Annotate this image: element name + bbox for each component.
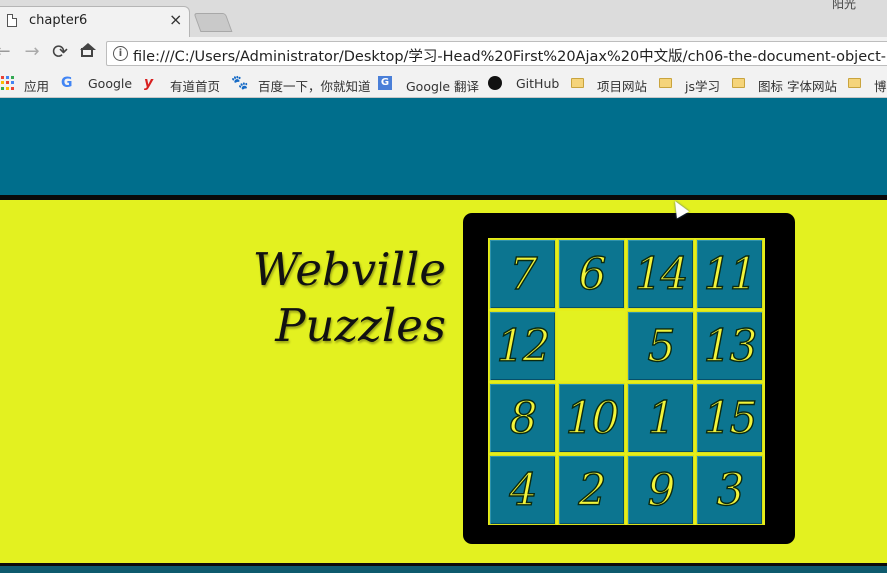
bookmark-google-translate[interactable]: Google 翻译 [406, 76, 479, 95]
bookmark-icon-fonts[interactable]: 图标 字体网站 [758, 76, 837, 95]
puzzle-tile[interactable]: 12 [489, 311, 556, 381]
bookmark-google[interactable]: Google [88, 76, 132, 91]
page-footer-band [0, 563, 887, 573]
bookmark-youdao[interactable]: 有道首页 [170, 76, 220, 95]
bookmark-js[interactable]: js学习 [685, 76, 720, 95]
puzzle-tile[interactable]: 2 [558, 455, 625, 525]
url-text[interactable]: file:///C:/Users/Administrator/Desktop/学… [133, 45, 887, 66]
tile-number: 2 [578, 464, 607, 516]
bookmark-github[interactable]: GitHub [516, 76, 559, 91]
google-icon: G [61, 75, 73, 91]
bookmark-apps[interactable]: 应用 [24, 76, 49, 95]
document-icon [7, 14, 17, 27]
puzzle-board: 7 6 14 11 12 5 13 8 10 1 15 4 2 9 3 [463, 213, 795, 544]
apps-grid-icon [1, 76, 15, 90]
puzzle-tile[interactable]: 13 [696, 311, 763, 381]
youdao-icon: y [144, 75, 154, 91]
puzzle-tile[interactable]: 5 [627, 311, 694, 381]
back-button[interactable]: ← [0, 41, 14, 63]
tile-number: 8 [509, 392, 538, 444]
tile-number: 6 [578, 248, 607, 300]
tile-number: 7 [509, 248, 538, 300]
puzzle-tile[interactable]: 6 [558, 239, 625, 309]
folder-icon [732, 78, 745, 88]
home-button[interactable] [77, 41, 99, 63]
tile-number: 4 [509, 464, 538, 516]
tile-number: 9 [647, 464, 676, 516]
bookmark-projects[interactable]: 项目网站 [597, 76, 647, 95]
tile-number: 13 [703, 320, 758, 372]
puzzle-tile[interactable]: 11 [696, 239, 763, 309]
new-tab-button[interactable] [193, 13, 233, 32]
baidu-paw-icon: 🐾 [231, 75, 249, 91]
page-title: Webville Puzzles [230, 242, 446, 354]
tile-number: 11 [703, 248, 758, 300]
puzzle-tile[interactable]: 1 [627, 383, 694, 453]
puzzle-tile[interactable]: 15 [696, 383, 763, 453]
forward-button[interactable]: → [21, 41, 43, 63]
browser-toolbar: ← → ⟳ i file:///C:/Users/Administrator/D… [0, 37, 887, 69]
home-icon-body [81, 48, 93, 57]
bookmarks-bar: 应用 G Google y 有道首页 🐾 百度一下，你就知道 G Google … [0, 69, 887, 98]
tab-strip: chapter6 × 阳光 [0, 0, 887, 37]
puzzle-tile[interactable]: 10 [558, 383, 625, 453]
reload-button[interactable]: ⟳ [49, 41, 71, 63]
address-bar[interactable]: i file:///C:/Users/Administrator/Desktop… [106, 41, 887, 66]
title-line-webville: Webville [252, 243, 446, 296]
tile-number: 1 [647, 392, 676, 444]
puzzle-empty-cell[interactable] [558, 311, 625, 381]
info-icon[interactable]: i [113, 46, 128, 61]
bookmark-blog[interactable]: 博 [874, 76, 887, 95]
tile-number: 3 [716, 464, 745, 516]
folder-icon [659, 78, 672, 88]
tile-number: 14 [634, 248, 689, 300]
puzzle-tile[interactable]: 14 [627, 239, 694, 309]
browser-tab[interactable]: chapter6 × [0, 6, 190, 37]
puzzle-tile[interactable]: 4 [489, 455, 556, 525]
tile-number: 10 [565, 392, 620, 444]
tab-title: chapter6 [29, 13, 88, 28]
page-header-band [0, 98, 887, 200]
puzzle-tile[interactable]: 9 [627, 455, 694, 525]
title-line-puzzles: Puzzles [275, 299, 446, 352]
tile-number: 15 [703, 392, 758, 444]
tile-number: 12 [496, 320, 551, 372]
bookmark-baidu[interactable]: 百度一下，你就知道 [258, 76, 371, 95]
tile-number: 5 [647, 320, 676, 372]
google-translate-icon: G [378, 76, 392, 90]
puzzle-grid: 7 6 14 11 12 5 13 8 10 1 15 4 2 9 3 [488, 238, 765, 525]
page-content: Webville Puzzles 7 6 14 11 12 5 13 8 10 1 15 4 2 9 3 [0, 98, 887, 573]
puzzle-tile[interactable]: 8 [489, 383, 556, 453]
folder-icon [571, 78, 584, 88]
profile-name[interactable]: 阳光 [832, 0, 856, 12]
puzzle-tile[interactable]: 3 [696, 455, 763, 525]
puzzle-tile[interactable]: 7 [489, 239, 556, 309]
folder-icon [848, 78, 861, 88]
tab-close-icon[interactable]: × [169, 10, 182, 29]
github-icon [488, 76, 502, 90]
